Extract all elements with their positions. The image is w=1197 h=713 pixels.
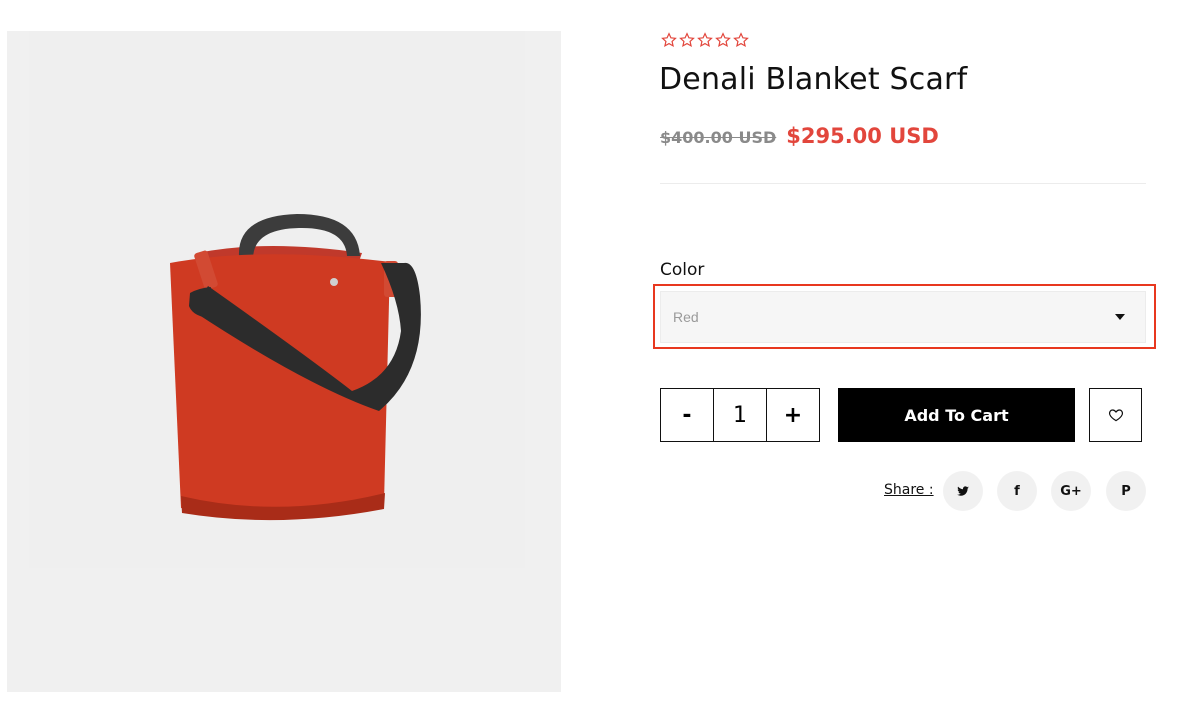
star-outline-icon xyxy=(697,32,713,48)
color-select-value: Red xyxy=(673,309,699,325)
pinterest-icon: P xyxy=(1121,483,1131,499)
quantity-decrease-button[interactable]: - xyxy=(661,389,713,441)
bucket-bag-image xyxy=(29,31,525,568)
sale-price: $295.00 USD xyxy=(786,124,939,148)
quantity-increase-button[interactable]: + xyxy=(767,389,819,441)
facebook-share-button[interactable]: f xyxy=(997,471,1037,511)
quantity-stepper: - 1 + xyxy=(660,388,820,442)
product-image[interactable] xyxy=(7,31,561,692)
add-to-cart-button[interactable]: Add To Cart xyxy=(838,388,1075,442)
original-price: $400.00 USD xyxy=(660,128,777,147)
quantity-input[interactable]: 1 xyxy=(713,389,767,441)
divider xyxy=(660,183,1146,184)
star-outline-icon xyxy=(679,32,695,48)
star-outline-icon xyxy=(733,32,749,48)
twitter-share-button[interactable] xyxy=(943,471,983,511)
google-plus-share-button[interactable]: G+ xyxy=(1051,471,1091,511)
facebook-icon: f xyxy=(1014,483,1020,499)
color-select[interactable]: Red xyxy=(660,291,1146,343)
heart-icon xyxy=(1108,409,1123,422)
color-label: Color xyxy=(660,260,705,280)
share-label: Share : xyxy=(884,482,934,498)
product-title: Denali Blanket Scarf xyxy=(659,62,968,97)
wishlist-button[interactable] xyxy=(1089,388,1142,442)
twitter-icon xyxy=(957,486,969,496)
pinterest-share-button[interactable]: P xyxy=(1106,471,1146,511)
star-outline-icon xyxy=(715,32,731,48)
price: $400.00 USD $295.00 USD xyxy=(660,124,939,148)
caret-down-icon xyxy=(1115,314,1125,320)
rating-stars xyxy=(661,32,749,48)
star-outline-icon xyxy=(661,32,677,48)
google-plus-icon: G+ xyxy=(1060,483,1082,499)
